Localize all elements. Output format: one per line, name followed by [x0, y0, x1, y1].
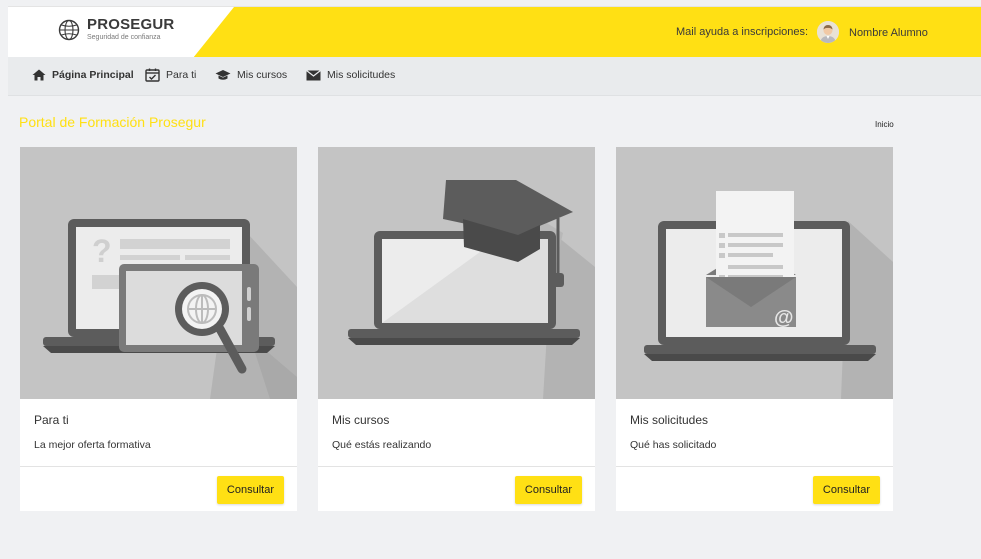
- nav-item-mis-solicitudes[interactable]: Mis solicitudes: [306, 69, 395, 81]
- card-divider: [616, 466, 893, 467]
- card-divider: [318, 466, 595, 467]
- envelope-icon: [306, 69, 321, 80]
- avatar[interactable]: [817, 21, 839, 43]
- page-title: Portal de Formación Prosegur: [19, 114, 206, 130]
- home-icon: [32, 69, 46, 81]
- nav-item-label: Mis solicitudes: [327, 69, 396, 81]
- nav-item-home[interactable]: Página Principal: [32, 69, 134, 81]
- nav-item-label: Para ti: [166, 69, 197, 81]
- calendar-check-icon: [145, 68, 160, 82]
- user-name[interactable]: Nombre Alumno: [849, 27, 928, 39]
- card-title: Para ti: [34, 413, 69, 427]
- card-illustration: @: [616, 147, 893, 399]
- card-description: Qué estás realizando: [332, 439, 432, 451]
- card-mis-solicitudes: @ Mis solicitudes Qué has solicitado Con…: [616, 147, 893, 511]
- card-description: Qué has solicitado: [630, 439, 717, 451]
- laptop-tablet-magnifier-icon: ?: [43, 219, 297, 399]
- laptop-envelope-letter-icon: @: [644, 191, 893, 399]
- brand-tagline: Seguridad de confianza: [87, 34, 161, 41]
- brand-logo[interactable]: PROSEGUR Seguridad de confianza: [58, 17, 174, 42]
- consultar-button[interactable]: Consultar: [216, 476, 284, 504]
- consultar-button[interactable]: Consultar: [812, 476, 880, 504]
- graduation-cap-icon: [215, 70, 231, 80]
- top-header: PROSEGUR Seguridad de confianza Mail ayu…: [8, 6, 981, 57]
- svg-text:@: @: [774, 307, 794, 329]
- nav-item-mis-cursos[interactable]: Mis cursos: [215, 69, 287, 81]
- card-title: Mis solicitudes: [630, 413, 709, 427]
- svg-text:?: ?: [92, 233, 112, 269]
- card-illustration: [318, 147, 595, 399]
- help-mail-label: Mail ayuda a inscripciones:: [676, 26, 809, 38]
- card-illustration: ?: [20, 147, 297, 399]
- laptop-graduation-cap-icon: [348, 180, 595, 399]
- nav-item-label: Página Principal: [52, 69, 134, 81]
- breadcrumb[interactable]: Inicio: [875, 120, 894, 129]
- globe-logo-icon: [58, 19, 80, 40]
- logo-zone: PROSEGUR Seguridad de confianza: [8, 7, 248, 57]
- brand-name: PROSEGUR: [87, 16, 175, 33]
- consultar-button[interactable]: Consultar: [514, 476, 582, 504]
- card-mis-cursos: Mis cursos Qué estás realizando Consulta…: [318, 147, 595, 511]
- nav-item-para-ti[interactable]: Para ti: [145, 68, 196, 82]
- card-para-ti: ? Para ti La mejor oferta formativa Cons…: [20, 147, 297, 511]
- card-description: La mejor oferta formativa: [34, 439, 151, 451]
- nav-item-label: Mis cursos: [237, 69, 288, 81]
- card-title: Mis cursos: [332, 413, 390, 427]
- main-nav: Página Principal Para ti Mis cursos Mis …: [8, 57, 981, 96]
- user-avatar-icon: [817, 21, 839, 43]
- card-divider: [20, 466, 297, 467]
